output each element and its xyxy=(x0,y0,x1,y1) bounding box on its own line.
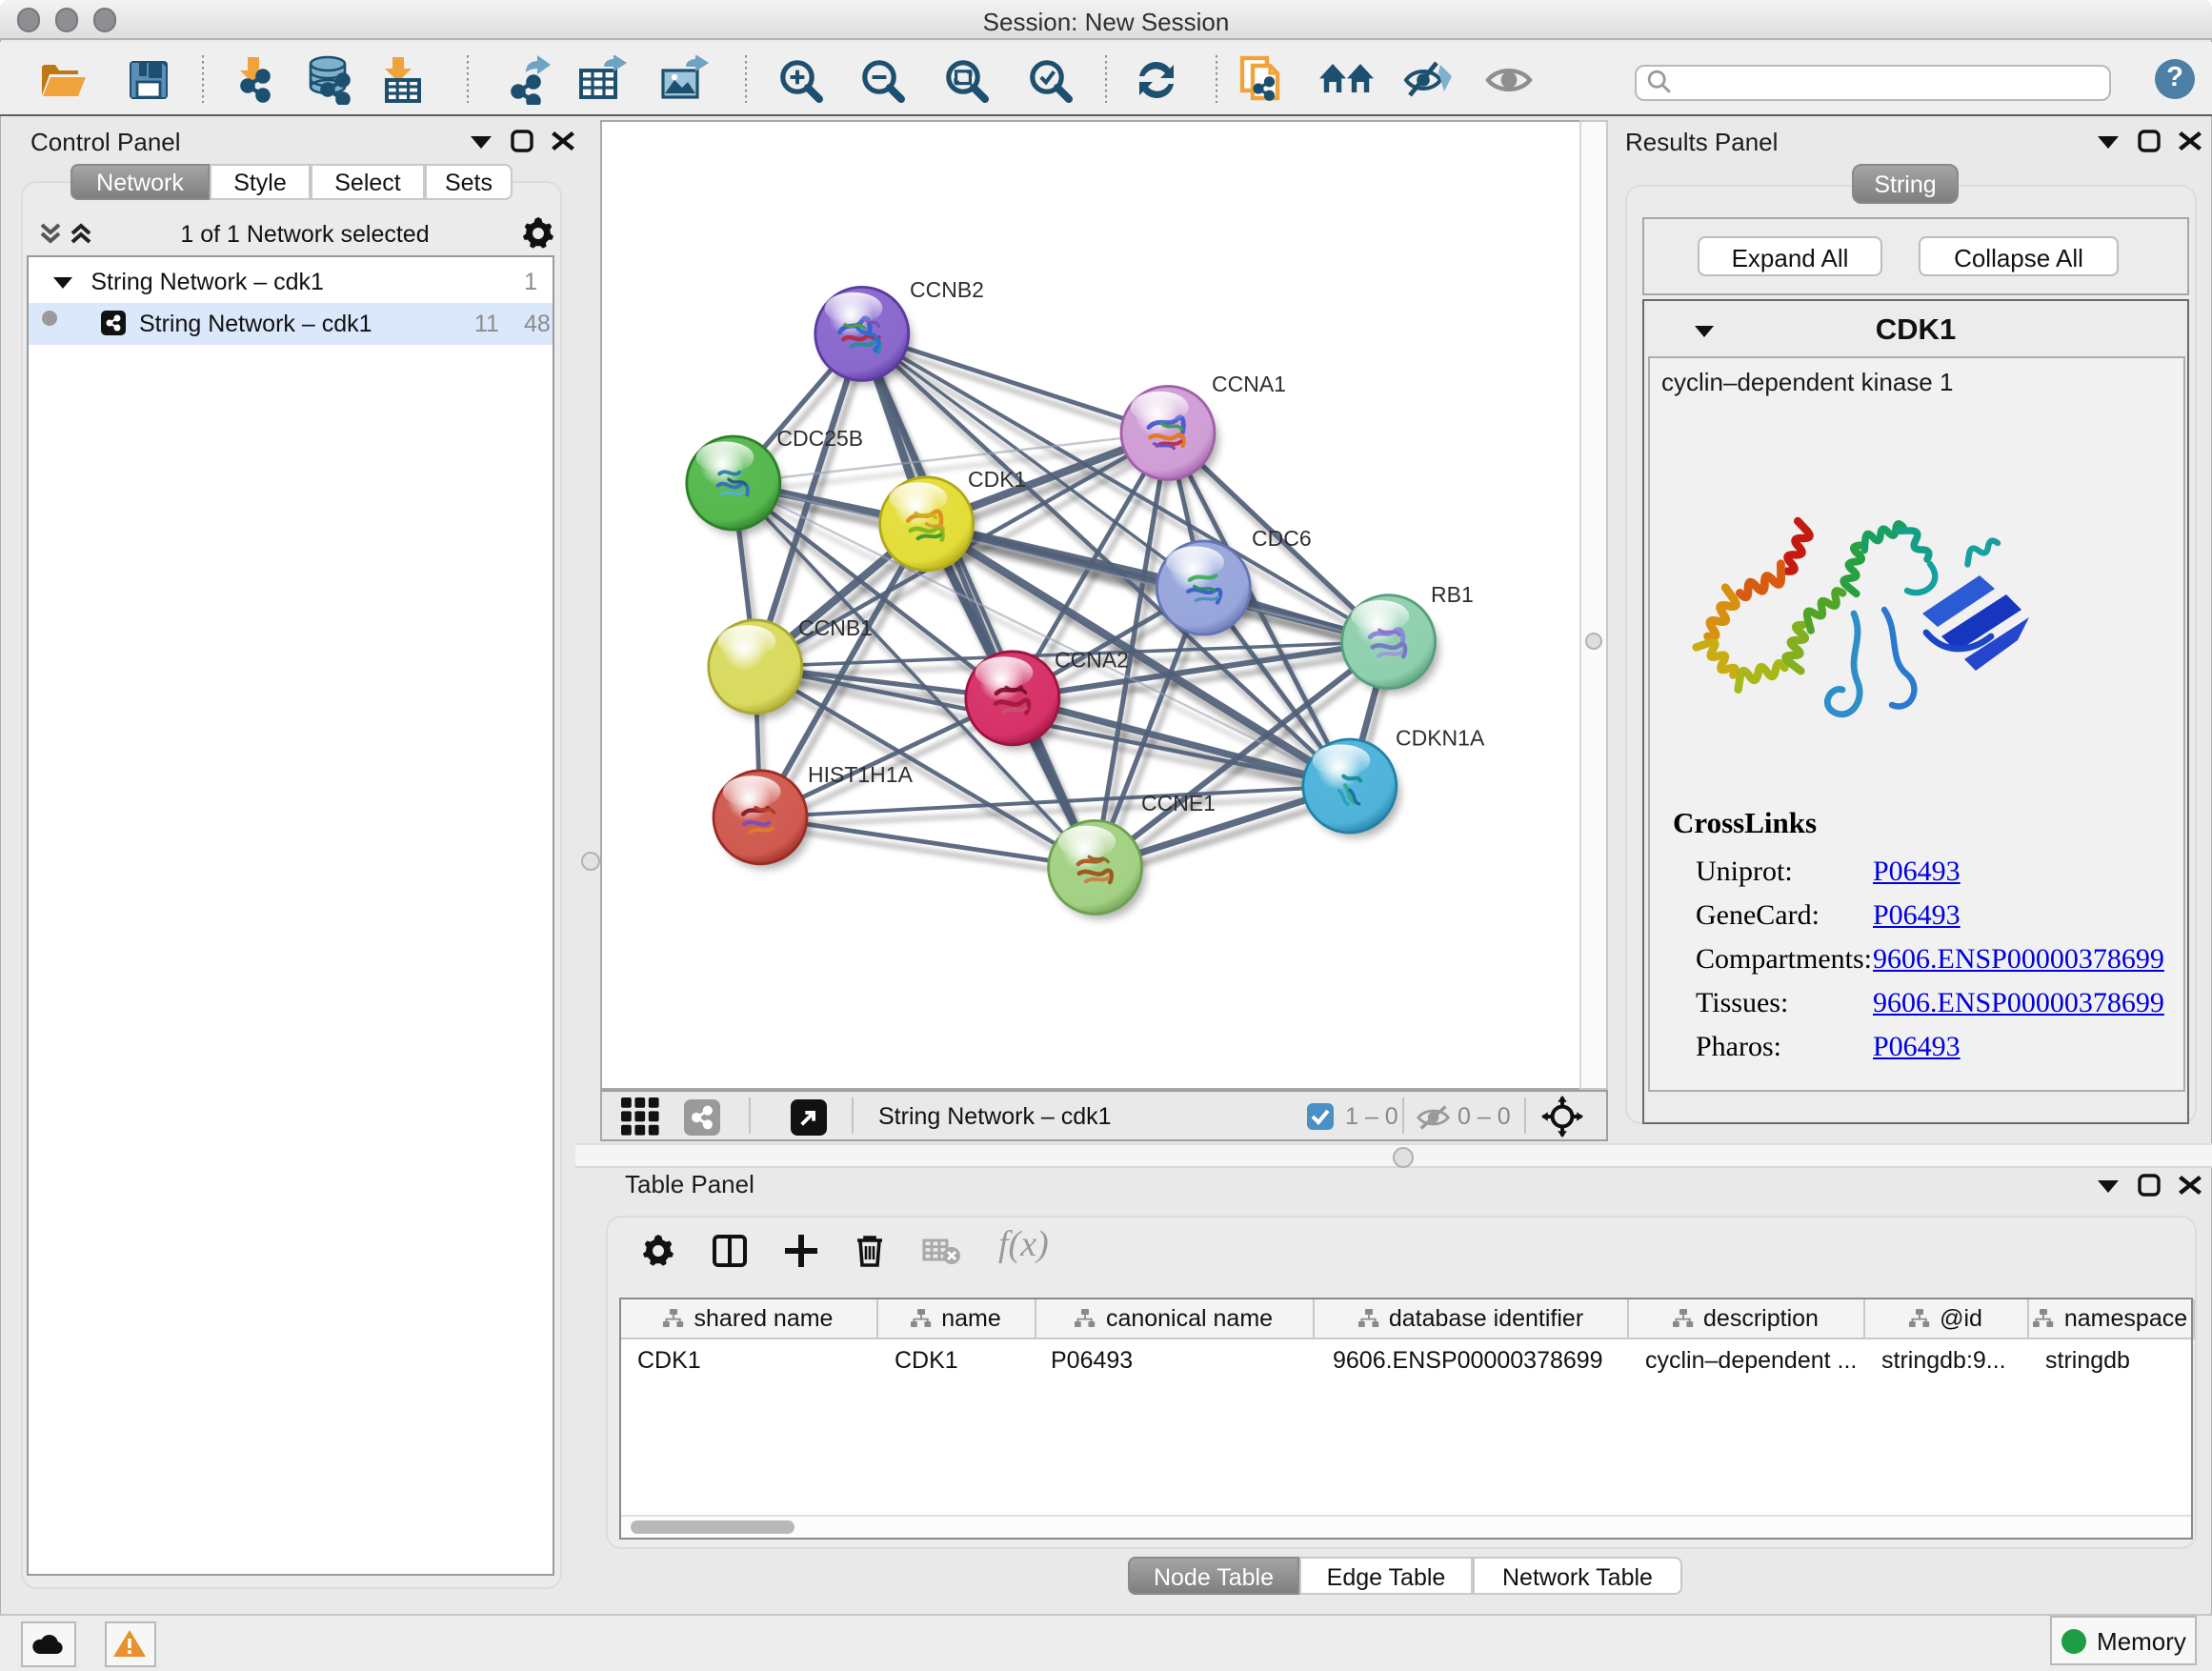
svg-text:CDKN1A: CDKN1A xyxy=(1396,725,1485,750)
svg-text:CCNB2: CCNB2 xyxy=(910,277,984,302)
svg-text:HIST1H1A: HIST1H1A xyxy=(808,762,914,787)
svg-text:CDC6: CDC6 xyxy=(1252,526,1312,551)
svg-text:CCNE1: CCNE1 xyxy=(1141,791,1216,815)
svg-text:CCNA2: CCNA2 xyxy=(1055,648,1129,673)
svg-text:RB1: RB1 xyxy=(1431,582,1474,607)
svg-text:CCNA1: CCNA1 xyxy=(1212,372,1286,396)
svg-text:CDK1: CDK1 xyxy=(968,467,1026,492)
svg-text:CCNB1: CCNB1 xyxy=(798,615,873,640)
svg-text:CDC25B: CDC25B xyxy=(776,426,863,451)
